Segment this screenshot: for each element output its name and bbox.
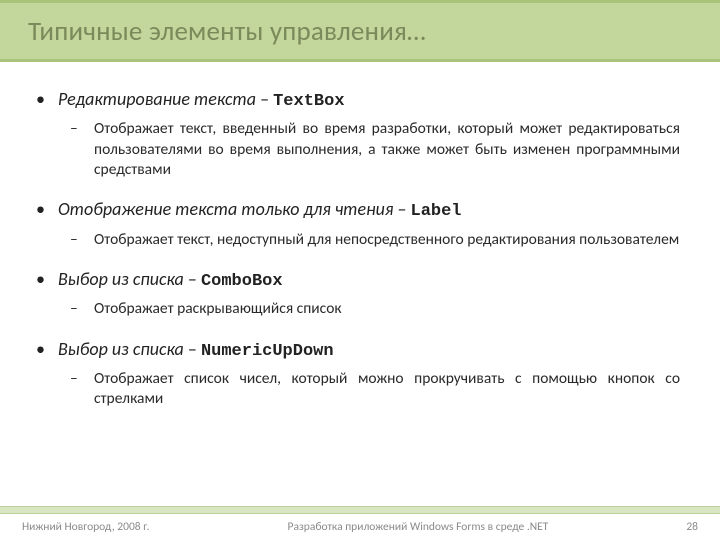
slide-footer: Нижний Новгород, 2008 г. Разработка прил… [0, 506, 720, 540]
bullet-sep: – [393, 198, 410, 220]
bullet-level2: Отображает раскрывающийся список [94, 299, 680, 319]
slide-body: Редактирование текста – TextBox Отобража… [0, 62, 720, 410]
bullet-level1: Редактирование текста – TextBox Отобража… [58, 88, 680, 180]
footer-location-date: Нижний Новгород, 2008 г. [22, 520, 150, 534]
bullet-level2: Отображает текст, недоступный для непоср… [94, 230, 680, 250]
bullet-sep: – [256, 88, 273, 110]
bullet-control-name: TextBox [273, 92, 344, 111]
bullet-lead: Отображение текста только для чтения [58, 198, 393, 220]
bullet-lead: Редактирование текста [58, 88, 256, 110]
bullet-lead: Выбор из списка [58, 338, 184, 360]
bullet-control-name: Label [411, 202, 462, 221]
bullet-sep: – [184, 338, 201, 360]
bullet-level2: Отображает текст, введенный во время раз… [94, 119, 680, 180]
bullet-control-name: ComboBox [201, 272, 283, 291]
page-number: 28 [686, 520, 698, 534]
bullet-level1: Выбор из списка – NumericUpDown Отобража… [58, 338, 680, 410]
bullet-sep: – [184, 268, 201, 290]
slide-header: Типичные элементы управления… [0, 0, 720, 62]
bullet-control-name: NumericUpDown [201, 342, 334, 361]
slide-title: Типичные элементы управления… [28, 15, 426, 48]
bullet-level1: Отображение текста только для чтения – L… [58, 198, 680, 250]
footer-accent-bar [0, 506, 720, 514]
footer-title: Разработка приложений Windows Forms в ср… [150, 520, 687, 534]
bullet-lead: Выбор из списка [58, 268, 184, 290]
bullet-level1: Выбор из списка – ComboBox Отображает ра… [58, 268, 680, 320]
bullet-level2: Отображает список чисел, который можно п… [94, 369, 680, 410]
footer-bar: Нижний Новгород, 2008 г. Разработка прил… [0, 514, 720, 540]
